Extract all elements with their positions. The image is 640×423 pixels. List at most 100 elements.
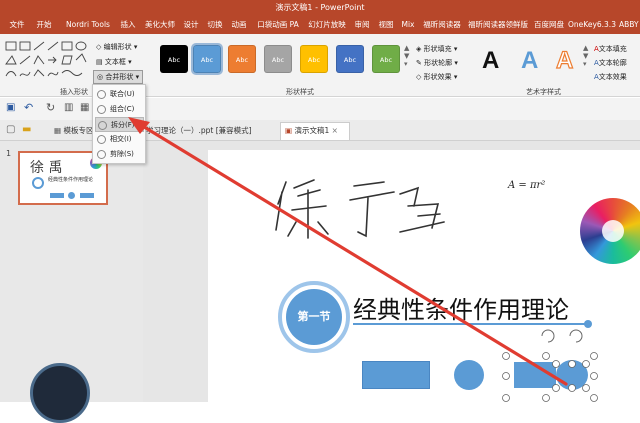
text-fill-button[interactable]: A文本填充 bbox=[594, 44, 627, 54]
swatch-gallery-scroll[interactable]: ▲ ▼ ▾ bbox=[404, 44, 409, 68]
shape-gallery[interactable] bbox=[4, 40, 88, 82]
tab-file[interactable]: 文件 bbox=[6, 16, 28, 34]
title-bar: 演示文稿1 - PowerPoint bbox=[0, 0, 640, 16]
tab-mix[interactable]: Mix bbox=[399, 16, 417, 34]
edit-shape-icon: ◇ bbox=[96, 43, 104, 51]
menu-item-union[interactable]: 联合(U) bbox=[95, 87, 144, 102]
tab-baidu-netdisk[interactable]: 百度网盘 bbox=[532, 16, 566, 34]
tab-onekey[interactable]: OneKey6.3.3 bbox=[567, 16, 617, 34]
wordart-outline-a[interactable]: A bbox=[555, 46, 574, 75]
customize-icon[interactable]: ▦ bbox=[80, 102, 89, 113]
tab-slideshow[interactable]: 幻灯片放映 bbox=[305, 16, 349, 34]
color-wheel[interactable] bbox=[580, 198, 640, 264]
combine-icon bbox=[97, 105, 106, 114]
close-tab-icon[interactable]: × bbox=[332, 126, 338, 135]
tab-review[interactable]: 审阅 bbox=[351, 16, 373, 34]
floating-widget[interactable] bbox=[30, 363, 90, 423]
shape-style-swatch-green[interactable]: Abc bbox=[372, 45, 400, 73]
selection-handles[interactable] bbox=[500, 326, 600, 402]
shape-style-swatch-gray[interactable]: Abc bbox=[264, 45, 292, 73]
edit-shape-button[interactable]: ◇ 编辑形状 ▾ bbox=[96, 42, 137, 52]
tab-design[interactable]: 设计 bbox=[180, 16, 202, 34]
thumb-shape bbox=[80, 193, 94, 198]
oval-shape-icon bbox=[75, 41, 87, 51]
wordart-gallery-scroll[interactable]: ▲ ▼ ▾ bbox=[583, 44, 588, 68]
thumb-rect bbox=[50, 193, 64, 198]
save-icon[interactable]: ▣ bbox=[6, 102, 15, 113]
undo-icon[interactable]: ↶ bbox=[24, 101, 33, 114]
parallelogram-shape-icon bbox=[61, 55, 73, 65]
menu-tab-row: 文件 开始 Nordri Tools 插入 美化大师 设计 切换 动画 口袋动画… bbox=[0, 16, 640, 34]
tab-pocket-animation[interactable]: 口袋动画 PA bbox=[253, 16, 303, 34]
merge-shapes-button[interactable]: ◎ 合并形状 ▾ bbox=[93, 70, 144, 84]
wordart-group-label: 艺术字样式 bbox=[526, 88, 561, 96]
tab-abbyy[interactable]: ABBY bbox=[619, 16, 640, 34]
slide-number: 1 bbox=[6, 149, 12, 158]
menu-item-fragment[interactable]: 拆分(F) bbox=[95, 117, 144, 132]
thumb-badge bbox=[32, 177, 44, 189]
menu-item-intersect[interactable]: 相交(I) bbox=[95, 132, 144, 147]
intersect-icon bbox=[97, 135, 106, 144]
rect-shape-icon bbox=[61, 41, 73, 51]
circle-shape[interactable] bbox=[454, 360, 484, 390]
line-shape-icon bbox=[33, 41, 45, 51]
shape-style-swatch-blue[interactable]: Abc bbox=[191, 43, 223, 75]
wordart-black-a[interactable]: A bbox=[482, 47, 499, 75]
redo-icon[interactable]: ↻ bbox=[46, 101, 55, 114]
slide-title[interactable]: 经典性条件作用理论 bbox=[353, 290, 569, 325]
shape-style-swatch-gold[interactable]: Abc bbox=[300, 45, 328, 73]
shape-outline-button[interactable]: ✎ 形状轮廓 ▾ bbox=[416, 58, 458, 68]
text-outline-button[interactable]: A文本轮廓 bbox=[594, 58, 627, 68]
tab-foxit-reader-preview[interactable]: 福昕阅读器领鲜版 bbox=[466, 16, 530, 34]
tab-transitions[interactable]: 切换 bbox=[204, 16, 226, 34]
tab-animations[interactable]: 动画 bbox=[228, 16, 250, 34]
thumb-handwriting: 徐 禹 bbox=[30, 160, 63, 176]
text-effects-button[interactable]: A文本效果 bbox=[594, 72, 627, 82]
document-tab-1[interactable]: 学习理论（一）.ppt [兼容模式] bbox=[146, 125, 252, 136]
tab-foxit-reader[interactable]: 福昕阅读器 bbox=[420, 16, 464, 34]
shape-style-swatch-darkblue[interactable]: Abc bbox=[336, 45, 364, 73]
rectangle-shape-icon bbox=[5, 41, 17, 51]
tab-insert[interactable]: 插入 bbox=[117, 16, 139, 34]
rectangle-shape[interactable] bbox=[362, 361, 430, 389]
insert-shapes-group-label: 插入形状 bbox=[60, 88, 88, 96]
text-box-icon: ▤ bbox=[96, 58, 105, 66]
right-arrow-shape-icon bbox=[48, 56, 57, 64]
shape-styles-group-label: 形状样式 bbox=[286, 88, 314, 96]
slideshow-icon[interactable]: ▥ bbox=[64, 102, 73, 113]
pen-outline-icon: ✎ bbox=[416, 59, 425, 67]
chevron2-shape-icon bbox=[33, 69, 45, 77]
tab-view[interactable]: 视图 bbox=[375, 16, 397, 34]
handwriting-ink[interactable] bbox=[268, 170, 468, 250]
tab-beautify-master[interactable]: 美化大师 bbox=[142, 16, 178, 34]
arc-shape-icon bbox=[5, 71, 17, 77]
curve-shape-icon bbox=[75, 53, 87, 63]
formula-text[interactable]: A = πr² bbox=[508, 180, 545, 191]
shape-fill-button[interactable]: ◈ 形状填充 ▾ bbox=[416, 44, 457, 54]
effects-icon: ◇ bbox=[416, 73, 424, 81]
thumb-title: 经典性条件作用理论 bbox=[48, 177, 94, 183]
text-box-button[interactable]: ▤ 文本框 ▾ bbox=[96, 57, 132, 67]
menu-item-subtract[interactable]: 剪除(S) bbox=[95, 147, 144, 162]
section-badge[interactable]: 第一节 bbox=[286, 289, 342, 345]
chevron-shape-icon bbox=[33, 55, 45, 65]
shape-style-swatch-black[interactable]: Abc bbox=[160, 45, 188, 73]
slide-canvas[interactable]: A = πr² 第一节 经典性条件作用理论 bbox=[208, 150, 640, 402]
tab-home[interactable]: 开始 bbox=[32, 16, 56, 34]
tab-nordri-tools[interactable]: Nordri Tools bbox=[60, 16, 116, 34]
folder-icon[interactable]: ▬ bbox=[22, 124, 31, 135]
fragment-icon bbox=[98, 121, 107, 130]
window-title: 演示文稿1 - PowerPoint bbox=[275, 3, 365, 12]
menu-item-combine[interactable]: 组合(C) bbox=[95, 102, 144, 117]
wordart-blue-a[interactable]: A bbox=[521, 47, 538, 75]
textbox-shape-icon bbox=[19, 41, 31, 51]
triangle-shape-icon bbox=[5, 55, 17, 65]
slide-thumbnail-pane: 1 徐 禹 经典性条件作用理论 bbox=[0, 141, 143, 423]
shape-effects-button[interactable]: ◇ 形状效果 ▾ bbox=[416, 72, 457, 82]
wave-shape-icon bbox=[19, 71, 31, 77]
template-zone-tab[interactable]: ▦ 模板专区 bbox=[54, 125, 93, 136]
shape-style-swatch-orange[interactable]: Abc bbox=[228, 45, 256, 73]
new-document-icon[interactable]: ▢ bbox=[6, 124, 15, 135]
thumb-circle bbox=[68, 192, 75, 199]
document-tab-2[interactable]: ▣ 演示文稿1 × bbox=[280, 122, 350, 140]
